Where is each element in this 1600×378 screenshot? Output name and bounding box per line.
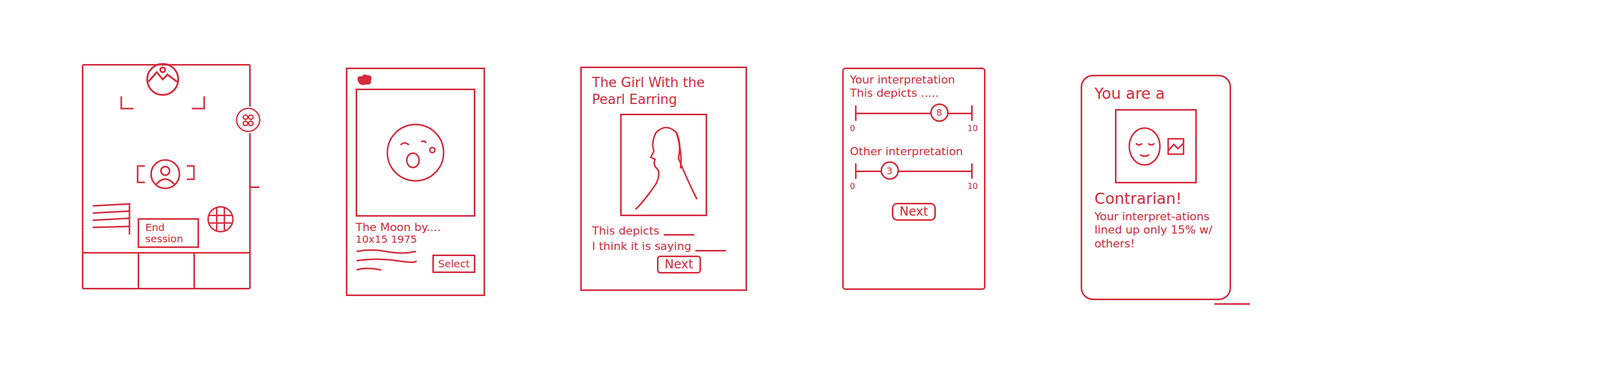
select-button[interactable]: Select [432, 254, 476, 273]
slider-track[interactable]: 8 [856, 112, 972, 115]
map-screen: End session [81, 63, 251, 290]
next-button[interactable]: Next [891, 202, 936, 221]
grid-pin-icon[interactable] [206, 204, 235, 234]
artwork-title: The Moon by.... [355, 220, 476, 234]
result-screen: You are a Contrarian!Your interpret-ation… [1080, 74, 1232, 300]
slider-label: Other interpretation [849, 144, 978, 159]
logo-icon [355, 73, 375, 87]
slider-track[interactable]: 3 [856, 170, 972, 172]
picture-icon [1166, 137, 1186, 156]
tab[interactable] [194, 253, 250, 288]
face-icon [1126, 125, 1163, 167]
list-lines-icon[interactable] [91, 202, 133, 239]
compare-screen: Your interpretationThis depicts ..... 8 0 1… [842, 67, 986, 290]
slider-min: 0 [849, 182, 856, 191]
slider-thumb[interactable]: 3 [880, 161, 900, 180]
artwork-pin-icon[interactable] [144, 61, 181, 98]
tab[interactable] [139, 253, 195, 288]
prompt-field[interactable]: I think it is saying [592, 239, 736, 253]
location-brackets-icon [134, 163, 197, 185]
detail-screen: The Moon by....10x15 1975 Select [345, 67, 486, 296]
result-message: Your interpret-ations lined up only 15% … [1094, 209, 1218, 251]
slider-max: 10 [967, 182, 978, 191]
slider-label: Your interpretation [849, 73, 978, 87]
slider-max: 10 [967, 124, 978, 133]
portrait-icon [625, 122, 703, 215]
map-area[interactable]: End session [83, 65, 250, 252]
answer-blank[interactable] [695, 249, 727, 252]
tab[interactable] [83, 253, 140, 288]
focus-brackets-icon [119, 75, 207, 112]
prompt-field[interactable]: This depicts [592, 224, 736, 238]
user-location-icon [148, 157, 182, 191]
people-pin-icon[interactable] [234, 106, 262, 134]
next-button[interactable]: Next [656, 255, 701, 274]
artwork-image [355, 88, 476, 217]
description-lines-icon [355, 247, 418, 273]
slider-thumb[interactable]: 8 [930, 103, 949, 122]
artwork-title: The Girl With the Pearl Earring [592, 74, 736, 108]
result-heading: You are a [1094, 84, 1218, 103]
answer-blank[interactable] [663, 233, 695, 236]
result-type: Contrarian! [1094, 189, 1218, 208]
slider-min: 0 [849, 124, 856, 133]
slider-caption: This depicts ..... [849, 86, 978, 100]
interpretation-slider: Other interpretation 3 0 10 [849, 144, 978, 191]
artwork-meta: 10x15 1975 [355, 233, 476, 246]
connector-line [249, 186, 260, 188]
tab-bar [83, 251, 250, 288]
result-image [1114, 108, 1197, 184]
moon-face-icon [382, 119, 449, 186]
end-session-button[interactable]: End session [137, 217, 200, 248]
wireframe-sheet: End session The Moon by....10x15 1975 Sele… [0, 0, 1600, 378]
corner-mark [1214, 302, 1251, 305]
interpretation-slider: Your interpretationThis depicts ..... 8 0 1… [849, 73, 978, 133]
artwork-image [620, 113, 708, 216]
prompt-screen: The Girl With the Pearl Earring This depi… [580, 66, 748, 291]
